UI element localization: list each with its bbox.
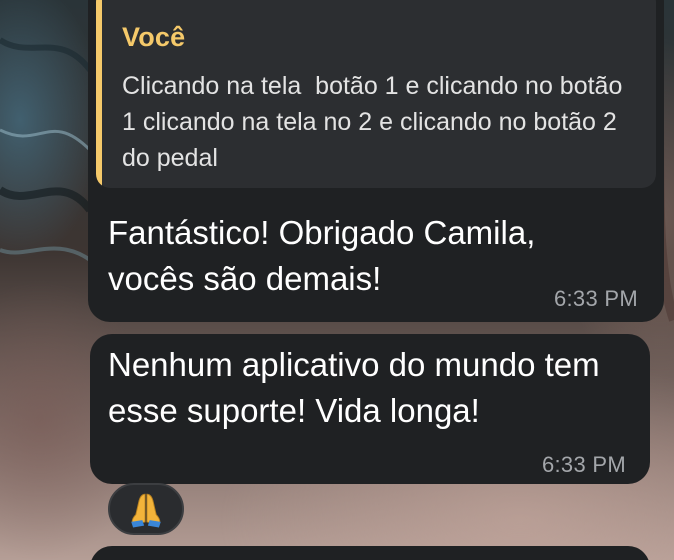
message-text: Fantástico! Obrigado Camila, vocês são d… (108, 214, 536, 297)
praying-hands-icon (131, 493, 161, 528)
message-timestamp: 6:33 PM (541, 452, 626, 477)
message-timestamp: 6:33 PM (553, 286, 638, 311)
reply-author: Você (122, 22, 186, 52)
message-text: Nenhum aplicativo do mundo tem esse supo… (108, 346, 600, 429)
reaction-bubble[interactable] (108, 483, 184, 535)
message-bubble-reply[interactable]: Você Clicando na tela botão 1 e clicando… (88, 0, 664, 322)
reply-quote[interactable]: Você Clicando na tela botão 1 e clicando… (96, 0, 656, 188)
message-bubble-partial[interactable] (90, 546, 650, 560)
reply-text: Clicando na tela botão 1 e clicando no b… (122, 72, 630, 172)
message-bubble[interactable]: Nenhum aplicativo do mundo tem esse supo… (90, 334, 650, 484)
reply-accent-bar (96, 0, 102, 188)
